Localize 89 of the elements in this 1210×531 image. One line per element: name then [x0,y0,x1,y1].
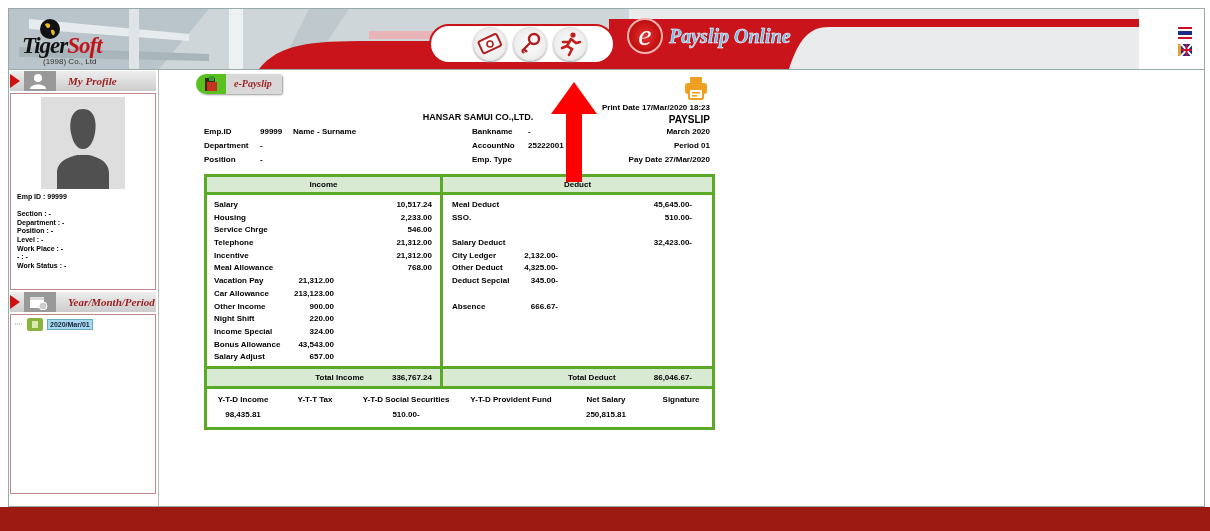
wallet-icon [204,76,218,92]
info-value: 99999 [260,126,284,138]
summary-value: 250,815.81 [584,409,627,419]
item-amount: 45,645.00- [652,199,692,211]
summary-value: 98,435.81 [224,409,262,419]
item-label: Vacation Pay [214,275,265,288]
item-amount: 2,233.00 [399,211,432,224]
info-label: Department [204,140,250,152]
item-label: Night Shift [214,313,256,326]
toolbar-button[interactable] [513,27,547,61]
toolbar-button[interactable] [473,27,507,61]
info-value: - [260,154,264,166]
info-value: Pay Date 27/Mar/2020 [628,154,710,166]
summary-label: Y-T-D Provident Fund [469,394,553,406]
folder-icon [27,317,43,331]
item-label: Salary Adjust [214,351,266,364]
app-title: Payslip Online [669,24,791,48]
column-header: Deduct [443,177,712,192]
item-label: City Ledger [452,249,497,262]
info-value: Period 01 [674,140,710,152]
summary-label: Signature [661,394,701,406]
print-date: Print Date 17/Mar/2020 18:23 [601,103,710,112]
item-amount: 510.00- [663,211,692,224]
item-amount: 43,543.00 [297,338,334,351]
info-label: AccountNo [472,140,516,152]
item-amount: 546.00 [406,224,432,237]
info-label: Position [204,154,237,166]
company-subtitle: (1998) Co., Ltd [43,57,97,66]
item-label: Incentive [214,249,250,262]
item-amount: 21,312.00 [395,249,432,262]
info-value: - [528,126,532,138]
item-amount: 666.67- [529,300,558,313]
info-value: - [260,140,264,152]
item-label: Meal Allowance [214,262,275,275]
info-label: Emp.ID [204,126,233,138]
item-label: Salary [214,199,240,211]
column-header: Income [207,177,440,192]
item-amount: 900.00 [308,300,334,313]
item-label: Other Income [214,300,267,313]
section-title: Year/Month/Period [68,296,155,308]
item-amount: 4,325.00- [523,262,558,275]
item-label: Bonus Allowance [214,338,282,351]
summary-label: Y-T-T Tax [296,394,334,406]
item-amount: 10,517.24 [395,199,432,211]
item-label: Car Allowance [214,287,270,300]
total-amount: 336,767.24 [391,372,432,382]
summary-value: 510.00- [391,409,421,419]
item-amount: 324.00 [308,325,334,338]
item-label: Service Chrge [214,224,269,237]
total-label: Total Deduct [567,372,616,382]
item-label: Absence [452,300,487,313]
info-label: Bankname [472,126,514,138]
tree-connector-icon [15,321,23,327]
info-value: Name - Surname [293,126,357,138]
item-amount: 345.00- [529,275,558,288]
company-name: HANSAR SAMUI CO.,LTD. [421,112,535,122]
person-icon [24,71,56,91]
total-label: Total Income [315,372,364,382]
item-amount: 768.00 [406,262,432,275]
info-label: Emp. Type [472,154,513,166]
toolbar-button[interactable] [553,27,587,61]
item-amount: 220.00 [308,313,334,326]
payslip-title: PAYSLIP [668,114,710,125]
item-label: Telephone [214,237,255,250]
item-label: Salary Deduct [452,237,507,250]
triangle-icon [10,74,20,88]
section-title: My Profile [68,75,117,87]
item-label: Deduct Sepcial [452,275,511,288]
item-label: Housing [214,211,247,224]
summary-label: Net Salary [585,394,627,406]
calendar-icon [24,292,56,312]
item-amount: 21,312.00 [297,275,334,288]
item-label: Income Special [214,325,274,338]
item-amount: 32,423.00- [652,237,692,250]
item-amount: 21,312.00 [395,237,432,250]
item-label: Meal Deduct [452,199,501,211]
item-amount: 213,123.00 [292,287,334,300]
item-amount: 657.00 [308,351,334,364]
item-amount: 2,132.00- [523,249,558,262]
info-value: March 2020 [666,126,710,138]
item-label: Other Deduct [452,262,504,275]
summary-label: Y-T-D Social Securities [361,394,451,406]
summary-label: Y-T-D Income [216,394,270,406]
thai-flag-icon[interactable] [1178,26,1192,39]
company-logo: TigerSoft [22,33,102,59]
triangle-icon [10,295,20,309]
item-label: SSO. [452,211,473,224]
uk-flag-icon[interactable] [1178,43,1192,56]
total-amount: 86,046.67- [653,372,692,382]
